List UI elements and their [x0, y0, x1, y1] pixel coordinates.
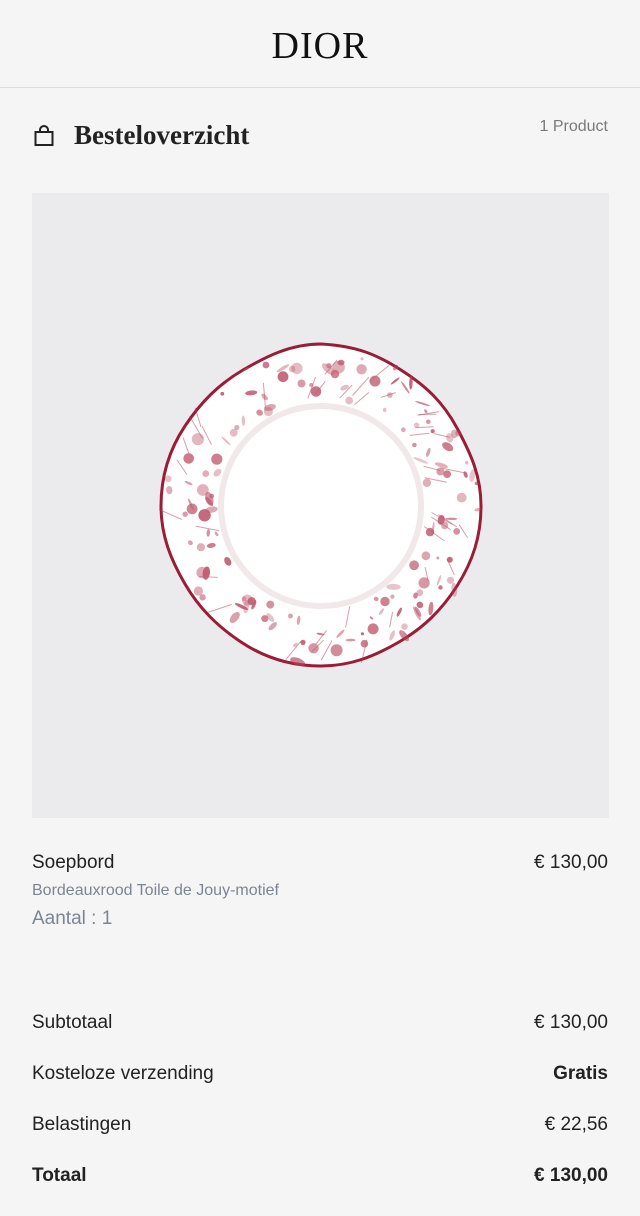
toile-motif — [183, 453, 194, 464]
toile-motif — [165, 475, 172, 482]
subtotal-value: € 130,00 — [534, 1012, 608, 1034]
toile-motif — [288, 613, 293, 618]
total-row: Totaal € 130,00 — [32, 1165, 608, 1216]
dior-logo[interactable]: DIOR — [272, 24, 369, 68]
subtotal-row: Subtotaal € 130,00 — [32, 1012, 608, 1063]
toile-motif — [330, 644, 342, 656]
shipping-label: Kosteloze verzending — [32, 1063, 214, 1085]
order-totals: Subtotaal € 130,00 Kosteloze verzending … — [32, 1012, 608, 1216]
toile-motif — [412, 442, 417, 447]
tax-label: Belastingen — [32, 1114, 131, 1136]
toile-motif — [409, 560, 419, 570]
toile-motif — [196, 543, 204, 551]
toile-motif — [186, 503, 197, 514]
product-count: 1 Product — [540, 112, 608, 136]
toile-motif — [262, 361, 269, 368]
toile-motif — [426, 419, 431, 424]
page-title: Besteloverzicht — [74, 120, 249, 151]
toile-motif — [360, 632, 363, 635]
shipping-value: Gratis — [553, 1063, 608, 1085]
toile-motif — [367, 623, 378, 634]
toile-motif — [193, 586, 202, 595]
toile-motif — [266, 600, 274, 608]
toile-motif — [247, 597, 255, 605]
toile-motif — [202, 470, 209, 477]
item-name[interactable]: Soepbord — [32, 852, 114, 874]
toile-motif — [308, 643, 318, 653]
toile-motif — [191, 433, 203, 445]
toile-motif — [241, 596, 246, 601]
site-header: DIOR — [0, 0, 640, 88]
subtotal-label: Subtotaal — [32, 1012, 112, 1034]
toile-motif — [474, 481, 478, 485]
toile-motif — [416, 589, 423, 596]
toile-motif — [291, 362, 302, 373]
toile-motif — [421, 551, 430, 560]
toile-motif — [390, 594, 394, 598]
toile-motif — [182, 511, 187, 516]
shopping-bag-icon — [32, 124, 56, 148]
toile-motif — [234, 424, 239, 429]
item-variant: Bordeauxrood Toile de Jouy-motief — [32, 882, 608, 900]
toile-motif — [446, 576, 453, 583]
product-image[interactable] — [32, 193, 609, 818]
tax-value: € 22,56 — [545, 1114, 608, 1136]
toile-motif — [211, 453, 222, 464]
toile-motif — [300, 639, 305, 644]
toile-motif — [220, 391, 224, 395]
toile-motif — [356, 364, 366, 374]
toile-motif — [453, 528, 460, 535]
toile-motif — [297, 379, 305, 387]
toile-motif — [345, 638, 355, 641]
toile-motif — [277, 371, 288, 382]
toile-motif — [360, 357, 363, 360]
total-label: Totaal — [32, 1165, 87, 1187]
shipping-row: Kosteloze verzending Gratis — [32, 1063, 608, 1114]
toile-motif — [438, 585, 442, 589]
toile-motif — [401, 623, 408, 630]
toile-motif — [464, 460, 468, 464]
toile-motif — [443, 470, 451, 478]
order-item: Soepbord € 130,00 Bordeauxrood Toile de … — [32, 852, 608, 930]
toile-motif — [456, 492, 466, 502]
toile-motif — [380, 596, 389, 605]
order-summary-header: Besteloverzicht 1 Product — [32, 112, 608, 160]
soup-plate-illustration — [151, 336, 491, 676]
toile-motif — [400, 427, 405, 432]
total-value: € 130,00 — [534, 1165, 608, 1187]
item-price: € 130,00 — [534, 852, 608, 874]
toile-motif — [197, 484, 209, 496]
toile-motif — [436, 556, 439, 559]
summary-title-group: Besteloverzicht — [32, 112, 249, 151]
toile-motif — [422, 478, 430, 486]
item-quantity: Aantal : 1 — [32, 908, 608, 930]
toile-motif — [430, 429, 434, 433]
tax-row: Belastingen € 22,56 — [32, 1114, 608, 1165]
